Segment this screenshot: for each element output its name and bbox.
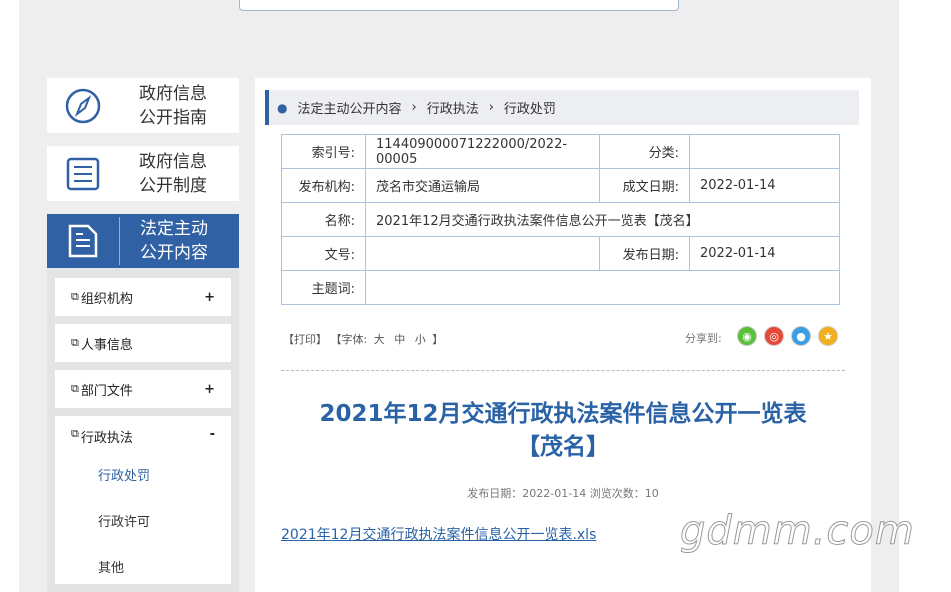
nav-item-system[interactable]: 政府信息 公开制度 bbox=[47, 146, 239, 201]
meta-table: 索引号: 114409000071222000/2022-00005 分类: 发… bbox=[281, 134, 840, 305]
title-line: 2021年12月交通行政执法案件信息公开一览表 bbox=[319, 401, 807, 427]
page-icon: ⧉ bbox=[71, 382, 79, 395]
meta-value bbox=[365, 270, 840, 305]
nav-label: 公开内容 bbox=[140, 243, 208, 263]
nav-item-content[interactable]: 法定主动 公开内容 bbox=[47, 214, 239, 268]
wechat-icon[interactable]: ◉ bbox=[737, 326, 757, 346]
sub-item-org[interactable]: ⧉ 组织机构 + bbox=[55, 278, 231, 316]
sub-item-enforcement[interactable]: ⧉ 行政执法 - bbox=[55, 416, 231, 584]
nav-item-guide[interactable]: 政府信息 公开指南 bbox=[47, 78, 239, 133]
watermark: gdmm.com bbox=[680, 508, 915, 555]
meta-value: 茂名市交通运输局 bbox=[365, 168, 600, 203]
article-title: 2021年12月交通行政执法案件信息公开一览表 【茂名】 bbox=[283, 398, 843, 464]
sub-label: 组织机构 bbox=[80, 291, 133, 307]
attachment-link[interactable]: 2021年12月交通行政执法案件信息公开一览表.xls bbox=[281, 524, 596, 544]
expand-icon[interactable]: + bbox=[204, 382, 215, 397]
qzone-icon[interactable]: ★ bbox=[818, 326, 838, 346]
breadcrumb-item[interactable]: 行政处罚 bbox=[504, 98, 556, 117]
page-icon: ⧉ bbox=[71, 336, 79, 349]
sub-label: 部门文件 bbox=[80, 383, 133, 399]
sub-label: 行政执法 bbox=[80, 431, 133, 446]
meta-value: 2022-01-14 bbox=[689, 236, 840, 271]
meta-value bbox=[689, 134, 840, 169]
meta-label: 名称: bbox=[281, 202, 366, 237]
font-small-button[interactable]: 小 bbox=[415, 333, 426, 346]
share-label: 分享到: bbox=[685, 332, 722, 345]
expand-icon[interactable]: + bbox=[204, 290, 215, 305]
meta-label: 分类: bbox=[599, 134, 690, 169]
font-label: 【字体: bbox=[330, 333, 368, 346]
toolbar: 【打印】 【字体: 大 中 小 】 bbox=[283, 331, 443, 347]
meta-value: 2021年12月交通行政执法案件信息公开一览表【茂名】 bbox=[365, 202, 840, 237]
meta-value: 2022-01-14 bbox=[689, 168, 840, 203]
page-icon: ⧉ bbox=[71, 427, 79, 440]
page-icon: ⧉ bbox=[71, 290, 79, 303]
meta-label: 发布机构: bbox=[281, 168, 366, 203]
nav-label: 公开制度 bbox=[139, 175, 207, 196]
meta-label: 文号: bbox=[281, 236, 366, 271]
list-doc-icon bbox=[47, 156, 119, 192]
collapse-icon[interactable]: - bbox=[210, 427, 215, 442]
nav-label: 公开指南 bbox=[139, 107, 207, 128]
meta-label: 索引号: bbox=[281, 134, 366, 169]
nav-label: 法定主动 bbox=[140, 219, 208, 239]
sub-nav: ⧉ 组织机构 + ⧉ 人事信息 ⧉ 部门文件 + ⧉ 行政执法 - bbox=[47, 268, 239, 592]
meta-label: 主题词: bbox=[281, 270, 366, 305]
breadcrumb-item[interactable]: 法定主动公开内容 bbox=[297, 98, 401, 117]
publish-info: 发布日期：2022-01-14 浏览次数：10 bbox=[467, 487, 659, 500]
location-pin-icon: ● bbox=[277, 100, 288, 115]
leaf-penalty[interactable]: 行政处罚 bbox=[98, 465, 150, 484]
font-mid-button[interactable]: 中 bbox=[394, 333, 405, 346]
sub-item-hr[interactable]: ⧉ 人事信息 bbox=[55, 324, 231, 362]
sub-item-docs[interactable]: ⧉ 部门文件 + bbox=[55, 370, 231, 408]
document-icon bbox=[47, 223, 119, 259]
breadcrumb: ● 法定主动公开内容 › 行政执法 › 行政处罚 bbox=[265, 90, 859, 125]
chevron-right-icon: › bbox=[488, 100, 494, 115]
meta-value: 114409000071222000/2022-00005 bbox=[365, 134, 600, 169]
meta-label: 发布日期: bbox=[599, 236, 690, 271]
title-line: 【茂名】 bbox=[517, 434, 609, 460]
meta-label: 成文日期: bbox=[599, 168, 690, 203]
nav-label: 政府信息 bbox=[139, 83, 207, 104]
leaf-license[interactable]: 行政许可 bbox=[98, 511, 150, 530]
breadcrumb-item[interactable]: 行政执法 bbox=[427, 98, 479, 117]
qq-icon[interactable]: ● bbox=[791, 326, 811, 346]
leaf-other[interactable]: 其他 bbox=[98, 557, 124, 576]
print-button[interactable]: 【打印】 bbox=[283, 333, 327, 346]
divider bbox=[281, 370, 845, 371]
nav-label: 政府信息 bbox=[139, 151, 207, 172]
font-close: 】 bbox=[432, 333, 444, 346]
font-big-button[interactable]: 大 bbox=[374, 333, 385, 346]
compass-icon bbox=[47, 88, 119, 124]
search-box[interactable] bbox=[239, 0, 679, 11]
sub-label: 人事信息 bbox=[80, 337, 133, 353]
weibo-icon[interactable]: ◎ bbox=[764, 326, 784, 346]
chevron-right-icon: › bbox=[411, 100, 417, 115]
meta-value bbox=[365, 236, 600, 271]
